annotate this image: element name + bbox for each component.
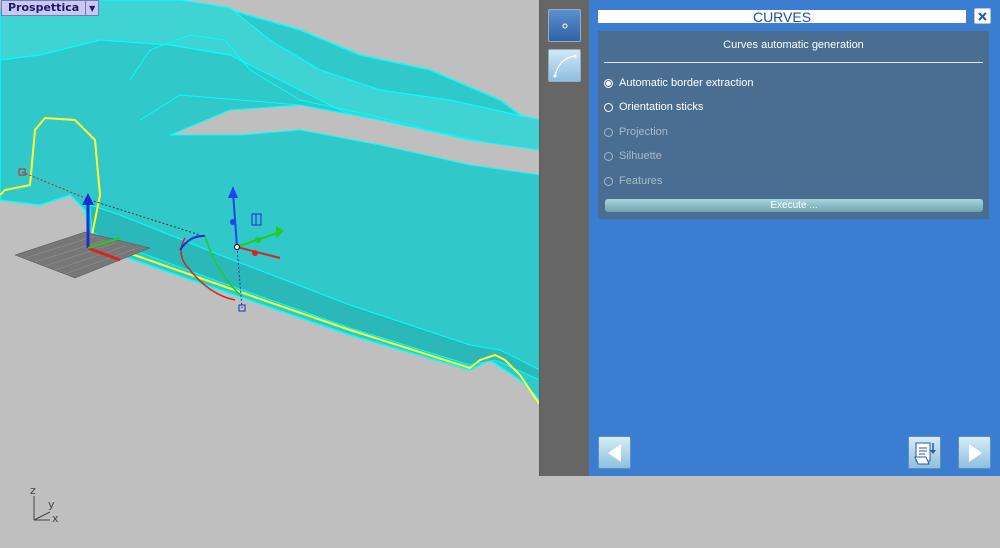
3d-model-scene[interactable] <box>0 0 540 548</box>
save-document-icon <box>913 442 936 464</box>
radio-icon[interactable] <box>604 78 613 88</box>
option-label: Projection <box>619 126 668 138</box>
close-button[interactable] <box>974 8 991 24</box>
radio-icon[interactable] <box>604 151 613 161</box>
divider <box>604 62 983 63</box>
radio-icon[interactable] <box>604 102 613 112</box>
option-features[interactable]: Features <box>604 173 662 189</box>
panel-title: CURVES <box>597 9 967 24</box>
option-silhuette[interactable]: Silhuette <box>604 148 662 164</box>
radio-icon[interactable] <box>604 176 613 186</box>
sidebar-point-button[interactable] <box>548 9 581 42</box>
panel-subtitle: Curves automatic generation <box>723 39 864 51</box>
option-label: Silhuette <box>619 150 662 162</box>
panel-sidebar <box>540 0 589 476</box>
arrow-right-icon <box>968 443 982 462</box>
option-label: Orientation sticks <box>619 101 704 113</box>
next-button[interactable] <box>958 436 991 469</box>
axis-x-label: x <box>52 512 59 525</box>
curve-icon <box>553 54 576 77</box>
sidebar-curve-button[interactable] <box>548 49 581 82</box>
prev-button[interactable] <box>598 436 631 469</box>
close-icon <box>978 11 987 21</box>
options-box: Curves automatic generation Automatic bo… <box>598 31 989 219</box>
save-button[interactable] <box>908 436 941 469</box>
execute-button[interactable]: Execute ... <box>605 199 983 212</box>
axis-z-label: z <box>30 484 36 497</box>
option-projection[interactable]: Projection <box>604 124 668 140</box>
option-label: Features <box>619 175 663 187</box>
axis-y-label: y <box>48 498 55 511</box>
viewport-dropdown-icon[interactable]: ▼ <box>86 0 100 16</box>
option-label: Automatic border extraction <box>619 77 754 89</box>
viewport-name[interactable]: Prospettica <box>1 0 87 16</box>
axis-indicator: z y x <box>22 484 72 528</box>
curves-panel: CURVES Curves automatic generation Autom… <box>539 0 1000 476</box>
option-automatic-border-extraction[interactable]: Automatic border extraction <box>604 75 754 91</box>
point-icon <box>562 23 567 28</box>
arrow-left-icon <box>607 443 621 462</box>
option-orientation-sticks[interactable]: Orientation sticks <box>604 99 703 115</box>
viewport-label[interactable]: Prospettica ▼ <box>1 0 100 16</box>
radio-icon[interactable] <box>604 127 613 137</box>
